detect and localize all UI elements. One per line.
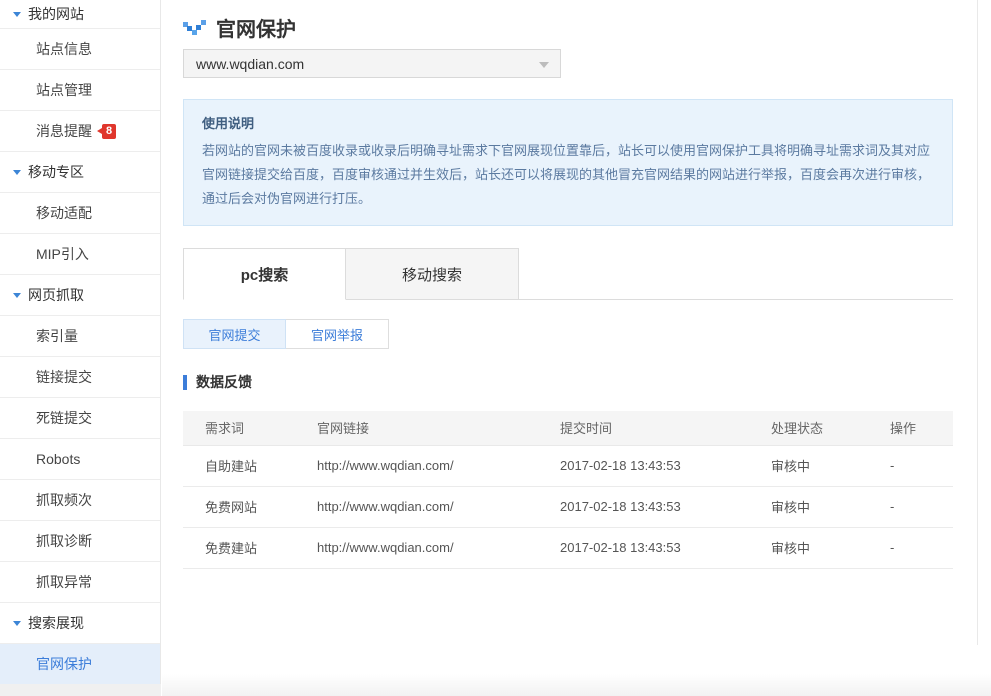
site-selector-value: www.wqdian.com [196,56,304,72]
triangle-down-icon [13,12,21,17]
sidebar-item-label: 官网保护 [36,654,92,674]
sidebar-section-my-site[interactable]: 我的网站 [0,0,160,29]
pixel-check-icon [183,19,207,36]
site-selector-dropdown[interactable]: www.wqdian.com [183,49,561,78]
sidebar-item-crawl-exception[interactable]: 抓取异常 [0,562,160,603]
cell-status: 审核中 [771,445,890,486]
sidebar-item-official-site-protection[interactable]: 官网保护 [0,644,160,685]
sidebar-item-label: Robots [36,451,80,467]
notice-title: 使用说明 [202,113,934,132]
cell-official-link: http://www.wqdian.com/ [317,527,560,568]
sidebar-item-label: 索引量 [36,326,78,346]
sidebar-item-site-info[interactable]: 站点信息 [0,29,160,70]
section-title: 数据反馈 [196,372,252,392]
cell-keyword: 免费建站 [183,527,317,568]
subtab-official-submit[interactable]: 官网提交 [183,319,286,349]
feedback-table-head: 需求词 官网链接 提交时间 处理状态 操作 [183,411,953,445]
cell-submit-time: 2017-02-18 13:43:53 [560,486,771,527]
page-right-border [977,0,978,645]
cell-submit-time: 2017-02-18 13:43:53 [560,527,771,568]
search-type-tabs: pc搜索 移动搜索 [183,248,953,300]
column-header-submit-time: 提交时间 [560,411,771,445]
sidebar-section-label: 移动专区 [28,162,84,182]
cell-action: - [890,527,953,568]
column-header-status: 处理状态 [771,411,890,445]
section-accent-bar [183,375,187,390]
sidebar-item-index-volume[interactable]: 索引量 [0,316,160,357]
sidebar-section-label: 我的网站 [28,4,84,24]
column-header-action: 操作 [890,411,953,445]
triangle-down-icon [13,621,21,626]
chevron-down-icon [539,62,549,68]
cell-keyword: 自助建站 [183,445,317,486]
usage-notice: 使用说明 若网站的官网未被百度收录或收录后明确寻址需求下官网展现位置靠后，站长可… [183,99,953,226]
sidebar-section-search-display[interactable]: 搜索展现 [0,603,160,644]
sidebar-item-message-alert[interactable]: 消息提醒 8 [0,111,160,152]
feedback-table: 需求词 官网链接 提交时间 处理状态 操作 自助建站 http://www.wq… [183,411,953,569]
sidebar-item-label: 移动适配 [36,203,92,223]
sidebar-item-site-manage[interactable]: 站点管理 [0,70,160,111]
table-header-row: 需求词 官网链接 提交时间 处理状态 操作 [183,411,953,445]
sidebar-item-label: 死链提交 [36,408,92,428]
action-subtabs: 官网提交 官网举报 [183,319,953,349]
sidebar-item-dead-link-submit[interactable]: 死链提交 [0,398,160,439]
cell-keyword: 免费网站 [183,486,317,527]
sidebar-item-crawl-diagnosis[interactable]: 抓取诊断 [0,521,160,562]
cell-action: - [890,445,953,486]
sidebar-item-label: 站点信息 [36,39,92,59]
page-header: 官网保护 [183,0,953,42]
table-row: 自助建站 http://www.wqdian.com/ 2017-02-18 1… [183,445,953,486]
notice-body: 若网站的官网未被百度收录或收录后明确寻址需求下官网展现位置靠后，站长可以使用官网… [202,139,934,211]
table-row: 免费建站 http://www.wqdian.com/ 2017-02-18 1… [183,527,953,568]
sidebar-item-label: 抓取诊断 [36,531,92,551]
sidebar-section-label: 网页抓取 [28,285,84,305]
sidebar-item-label: 站点管理 [36,80,92,100]
cell-official-link: http://www.wqdian.com/ [317,486,560,527]
sidebar-item-mip-import[interactable]: MIP引入 [0,234,160,275]
sidebar-item-label: 抓取频次 [36,490,92,510]
main-content: 官网保护 www.wqdian.com 使用说明 若网站的官网未被百度收录或收录… [183,0,953,569]
sidebar-item-link-submit[interactable]: 链接提交 [0,357,160,398]
sidebar-item-label: 抓取异常 [36,572,92,592]
sidebar-item-crawl-frequency[interactable]: 抓取频次 [0,480,160,521]
feedback-table-body: 自助建站 http://www.wqdian.com/ 2017-02-18 1… [183,445,953,568]
sidebar-section-web-crawl[interactable]: 网页抓取 [0,275,160,316]
sidebar: 我的网站 站点信息 站点管理 消息提醒 8 移动专区 移动适配 MIP引入 网页… [0,0,161,684]
sidebar-item-label: 链接提交 [36,367,92,387]
sidebar-footer [0,684,161,696]
message-count-badge: 8 [102,124,116,139]
cell-action: - [890,486,953,527]
subtab-official-report[interactable]: 官网举报 [286,319,389,349]
tab-pc-search[interactable]: pc搜索 [183,248,346,300]
sidebar-item-robots[interactable]: Robots [0,439,160,480]
page-title: 官网保护 [216,13,296,42]
sidebar-section-mobile-zone[interactable]: 移动专区 [0,152,160,193]
column-header-official-link: 官网链接 [317,411,560,445]
sidebar-item-mobile-adapt[interactable]: 移动适配 [0,193,160,234]
table-row: 免费网站 http://www.wqdian.com/ 2017-02-18 1… [183,486,953,527]
cell-submit-time: 2017-02-18 13:43:53 [560,445,771,486]
sidebar-section-label: 搜索展现 [28,613,84,633]
sidebar-item-label: MIP引入 [36,244,89,264]
tab-mobile-search[interactable]: 移动搜索 [346,248,519,300]
bottom-fade [162,674,991,696]
triangle-down-icon [13,170,21,175]
data-feedback-section-header: 数据反馈 [183,372,953,392]
cell-status: 审核中 [771,527,890,568]
cell-official-link: http://www.wqdian.com/ [317,445,560,486]
cell-status: 审核中 [771,486,890,527]
column-header-keyword: 需求词 [183,411,317,445]
sidebar-item-label: 消息提醒 [36,121,92,141]
triangle-down-icon [13,293,21,298]
